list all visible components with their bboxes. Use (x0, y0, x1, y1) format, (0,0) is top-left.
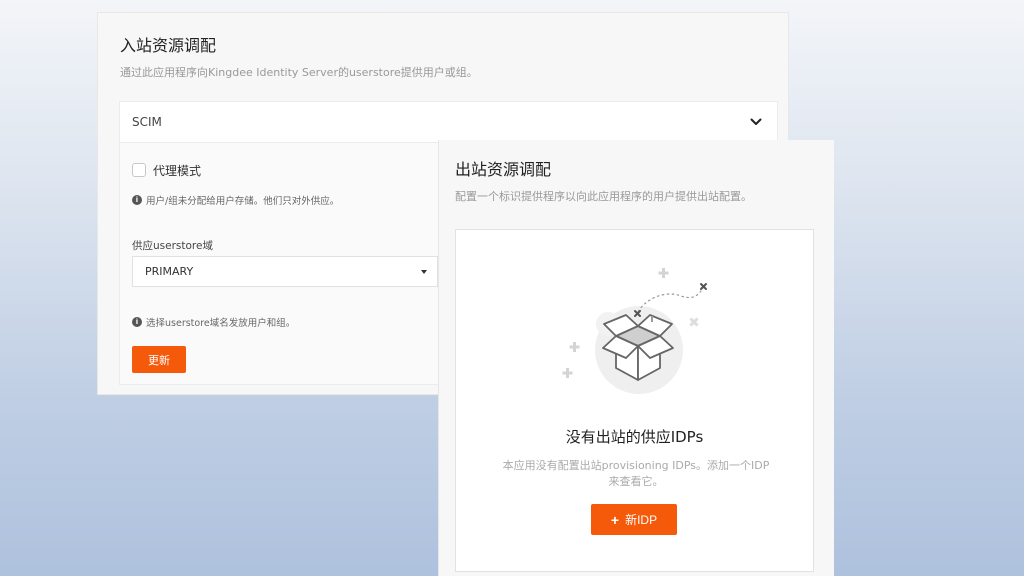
inbound-description: 通过此应用程序向Kingdee Identity Server的userstor… (120, 66, 478, 79)
empty-state-description: 本应用没有配置出站provisioning IDPs。添加一个IDP 来查看它。 (486, 458, 786, 490)
userstore-domain-label: 供应userstore域 (132, 240, 213, 252)
chevron-down-icon[interactable] (749, 115, 763, 129)
userstore-selected-value: PRIMARY (145, 265, 194, 278)
new-idp-label: 新IDP (625, 513, 658, 527)
inbound-title: 入站资源调配 (120, 36, 217, 55)
info-icon: i (132, 195, 142, 205)
info-icon: i (132, 317, 142, 327)
plus-icon: + (610, 511, 620, 528)
userstore-hint-text: 选择userstore域名发放用户和组。 (146, 318, 296, 329)
outbound-description: 配置一个标识提供程序以向此应用程序的用户提供出站配置。 (455, 190, 752, 203)
proxy-mode-checkbox[interactable] (132, 163, 146, 177)
outbound-provisioning-panel: 出站资源调配 配置一个标识提供程序以向此应用程序的用户提供出站配置。 没有出站的… (438, 140, 834, 576)
new-idp-button[interactable]: + 新IDP (591, 504, 677, 535)
protocol-selected-label: SCIM (132, 115, 162, 129)
empty-state-desc-line2: 来查看它。 (608, 475, 664, 488)
proxy-mode-hint-text: 用户/组未分配给用户存储。他们只对外供应。 (146, 196, 340, 207)
protocol-dropdown[interactable]: SCIM (119, 101, 778, 142)
empty-state-title: 没有出站的供应IDPs (565, 428, 704, 446)
update-button[interactable]: 更新 (132, 346, 186, 373)
caret-down-icon (421, 270, 427, 274)
userstore-domain-select[interactable]: PRIMARY (132, 256, 438, 287)
proxy-mode-hint: i 用户/组未分配给用户存储。他们只对外供应。 (132, 193, 339, 207)
outbound-title: 出站资源调配 (455, 160, 552, 179)
empty-box-illustration (562, 268, 707, 394)
proxy-mode-label: 代理模式 (153, 164, 202, 178)
userstore-hint: i 选择userstore域名发放用户和组。 (132, 315, 295, 329)
empty-state-card: 没有出站的供应IDPs 本应用没有配置出站provisioning IDPs。添… (455, 229, 814, 572)
empty-state-desc-line1: 本应用没有配置出站provisioning IDPs。添加一个IDP (502, 459, 770, 472)
